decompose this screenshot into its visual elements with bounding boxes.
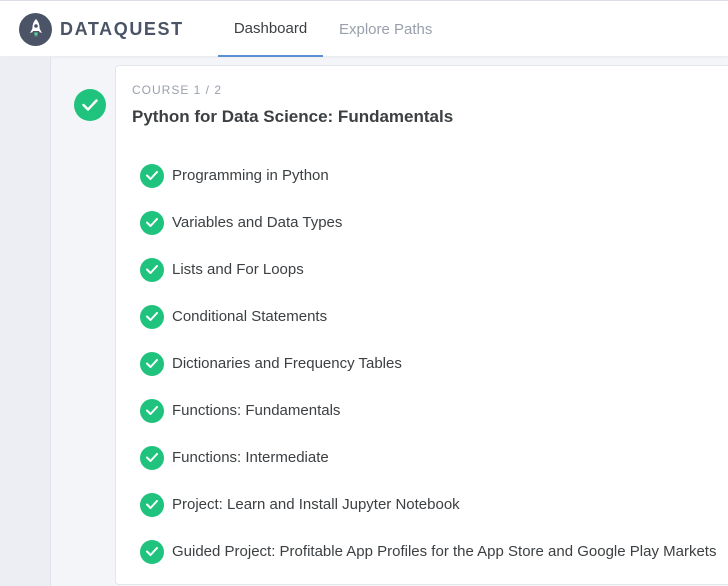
lesson-complete-check-icon	[140, 351, 164, 376]
lesson-complete-check-icon	[140, 163, 164, 188]
lesson-item[interactable]: Variables and Data Types	[140, 199, 716, 246]
brand-name: DATAQUEST	[60, 18, 184, 39]
lesson-item[interactable]: Project: Learn and Install Jupyter Noteb…	[140, 481, 716, 528]
lesson-complete-check-icon	[140, 304, 164, 329]
lesson-item[interactable]: Lists and For Loops	[140, 246, 716, 293]
lesson-item[interactable]: Guided Project: Profitable App Profiles …	[140, 528, 716, 575]
lesson-item[interactable]: Programming in Python	[140, 152, 716, 199]
lesson-item[interactable]: Functions: Intermediate	[140, 434, 716, 481]
lesson-complete-check-icon	[140, 445, 164, 470]
lesson-list: Programming in Python Variables and Data…	[140, 152, 716, 575]
course-title[interactable]: Python for Data Science: Fundamentals	[132, 107, 453, 127]
top-navigation-bar: DATAQUEST Dashboard Explore Paths	[0, 0, 728, 57]
lesson-complete-check-icon	[140, 539, 164, 564]
lesson-title: Dictionaries and Frequency Tables	[172, 355, 402, 372]
lesson-title: Functions: Intermediate	[172, 449, 329, 466]
lesson-title: Lists and For Loops	[172, 261, 304, 278]
lesson-complete-check-icon	[140, 398, 164, 423]
lesson-title: Project: Learn and Install Jupyter Noteb…	[172, 496, 460, 513]
lesson-item[interactable]: Functions: Fundamentals	[140, 387, 716, 434]
course-counter: COURSE 1 / 2	[132, 83, 223, 97]
lesson-title: Guided Project: Profitable App Profiles …	[172, 543, 717, 560]
lesson-item[interactable]: Dictionaries and Frequency Tables	[140, 340, 716, 387]
dataquest-logo[interactable]: DATAQUEST	[19, 11, 184, 47]
tab-dashboard[interactable]: Dashboard	[218, 2, 323, 57]
course-card: COURSE 1 / 2 Python for Data Science: Fu…	[115, 65, 728, 585]
lesson-complete-check-icon	[140, 257, 164, 282]
lesson-title: Functions: Fundamentals	[172, 402, 341, 419]
lesson-item[interactable]: Conditional Statements	[140, 293, 716, 340]
sidebar	[0, 57, 51, 586]
course-complete-check-icon	[74, 89, 106, 121]
lesson-title: Variables and Data Types	[172, 214, 343, 231]
lesson-complete-check-icon	[140, 492, 164, 517]
lesson-title: Conditional Statements	[172, 308, 328, 325]
lesson-title: Programming in Python	[172, 167, 329, 184]
rocket-icon	[19, 12, 52, 46]
tab-explore-paths[interactable]: Explore Paths	[323, 2, 448, 57]
lesson-complete-check-icon	[140, 210, 164, 235]
